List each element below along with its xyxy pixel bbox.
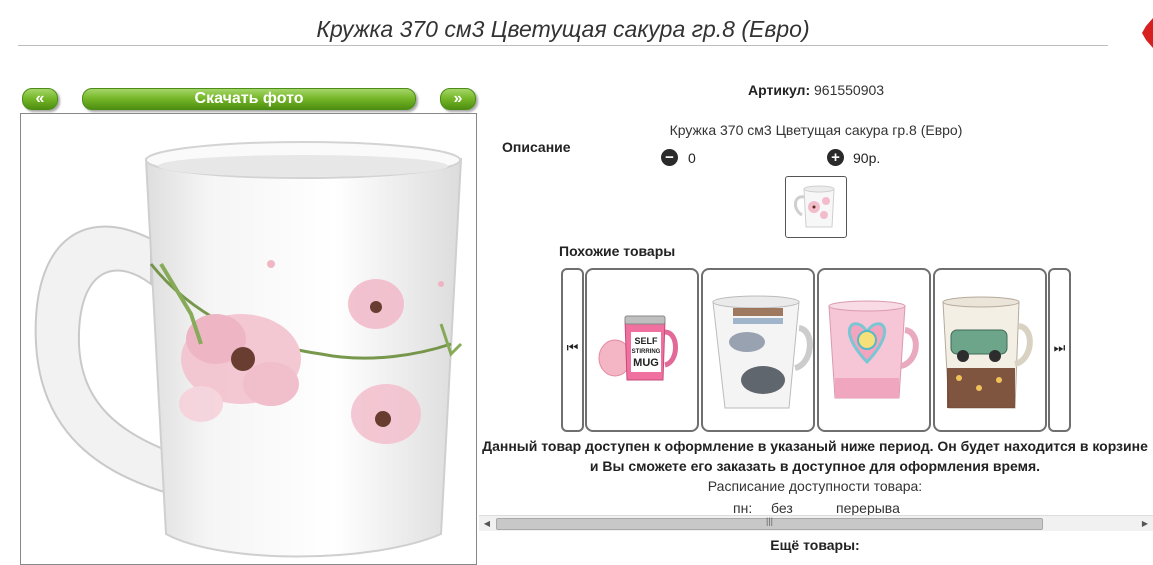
main-product-photo[interactable] [20, 113, 477, 565]
scroll-left-icon[interactable]: ◀ [481, 518, 493, 529]
skip-forward-icon: ⏭ [1053, 340, 1066, 355]
availability-notice: Данный товар доступен к оформление в ука… [482, 438, 1148, 474]
similar-product-card[interactable] [817, 268, 931, 432]
page-title: Кружка 370 см3 Цветущая сакура гр.8 (Евр… [316, 16, 810, 42]
schedule-day: пн: [733, 500, 753, 516]
carousel-next-button[interactable]: ⏭ [1048, 268, 1071, 432]
title-divider [18, 45, 1108, 46]
sakura-mug-image [34, 141, 463, 558]
increase-quantity-button[interactable]: + [827, 149, 844, 166]
schedule-break: перерыва [836, 500, 900, 516]
car-mug-image [942, 296, 1033, 409]
article-label: Артикул: [748, 82, 811, 98]
heart-mug-image [828, 300, 919, 399]
carousel-prev-button[interactable]: ⏮ [561, 268, 584, 432]
scrollbar-thumb[interactable]: ||| [496, 516, 1043, 530]
article-row: Артикул: 961550903 [748, 82, 884, 98]
self-stirring-mug-image: SELF STIRRING MUG [598, 315, 678, 381]
more-products-heading: Ещё товары: [770, 537, 860, 553]
schedule-label: Расписание доступности товара: [707, 478, 923, 494]
quantity-value: 0 [688, 150, 696, 166]
schedule-without: без [771, 500, 793, 516]
similar-product-card[interactable] [933, 268, 1047, 432]
decrease-quantity-button[interactable]: − [661, 149, 678, 166]
next-photo-button[interactable]: » [440, 88, 476, 110]
description-label: Описание [502, 139, 571, 155]
prev-photo-button[interactable]: « [22, 88, 58, 110]
horizontal-scrollbar[interactable]: ◀ ||| ▶ [479, 515, 1153, 531]
svg-text:MUG: MUG [633, 357, 659, 369]
skip-back-icon: ⏮ [566, 340, 579, 355]
download-photo-button[interactable]: Скачать фото [82, 88, 416, 110]
scroll-right-icon[interactable]: ▶ [1139, 518, 1151, 529]
fashion-mug-image [712, 295, 813, 409]
similar-product-card[interactable]: SELF STIRRING MUG [585, 268, 699, 432]
similar-products-title: Похожие товары [559, 243, 676, 259]
grip-icon: ||| [765, 516, 773, 526]
close-ribbon-icon[interactable] [1142, 18, 1153, 48]
description-text: Кружка 370 см3 Цветущая сакура гр.8 (Евр… [669, 122, 963, 138]
price-value: 90р. [853, 150, 881, 166]
svg-text:SELF: SELF [634, 336, 658, 346]
similar-product-card[interactable] [701, 268, 815, 432]
svg-text:STIRRING: STIRRING [632, 349, 661, 355]
sakura-mug-thumb-icon [794, 185, 835, 228]
product-thumbnail[interactable] [785, 176, 847, 238]
article-value: 961550903 [814, 82, 885, 98]
